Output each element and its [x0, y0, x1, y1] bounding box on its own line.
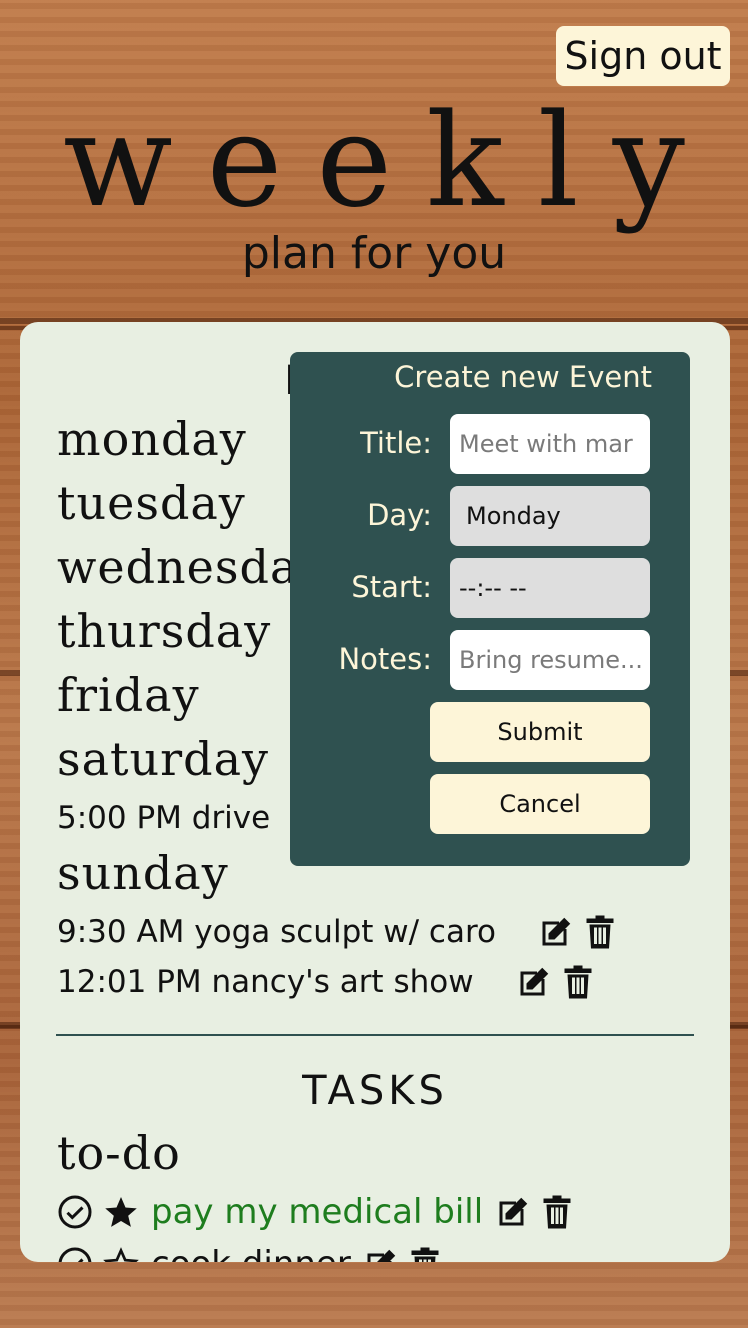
event-text: 5:00 PM drive — [57, 800, 271, 836]
day-tuesday: tuesday — [57, 476, 246, 530]
event-item: 12:01 PM nancy's art show — [57, 964, 596, 1000]
day-thursday: thursday — [57, 604, 272, 658]
create-event-modal: Create new Event Title: Day: Monday Star… — [290, 352, 690, 866]
day-friday: friday — [57, 668, 200, 722]
star-outline-icon[interactable] — [103, 1246, 139, 1262]
event-text: 12:01 PM nancy's art show — [57, 964, 474, 1000]
day-sunday: sunday — [57, 846, 229, 900]
event-item: 9:30 AM yoga sculpt w/ caro — [57, 914, 618, 950]
check-circle-icon[interactable] — [57, 1246, 93, 1262]
event-title-input[interactable] — [450, 414, 650, 474]
edit-icon[interactable] — [495, 1194, 531, 1230]
edit-icon[interactable] — [363, 1246, 399, 1262]
day-saturday: saturday — [57, 732, 269, 786]
app-logo: weekly — [63, 87, 719, 236]
modal-title: Create new Event — [394, 360, 652, 394]
edit-icon[interactable] — [516, 964, 552, 1000]
trash-icon[interactable] — [560, 964, 596, 1000]
task-text: pay my medical bill — [151, 1192, 484, 1232]
trash-icon[interactable] — [582, 914, 618, 950]
check-circle-icon[interactable] — [57, 1194, 93, 1230]
day-select[interactable]: Monday — [450, 486, 650, 546]
notes-label: Notes: — [338, 642, 432, 676]
section-divider — [56, 1034, 694, 1036]
task-item: cook dinner — [57, 1244, 443, 1262]
submit-button[interactable]: Submit — [430, 702, 650, 762]
edit-icon[interactable] — [538, 914, 574, 950]
title-label: Title: — [360, 426, 432, 460]
start-label: Start: — [351, 570, 432, 604]
sign-out-button[interactable]: Sign out — [556, 26, 730, 86]
app-tagline: plan for you — [241, 228, 507, 279]
trash-icon[interactable] — [539, 1194, 575, 1230]
trash-icon[interactable] — [407, 1246, 443, 1262]
star-icon[interactable] — [103, 1194, 139, 1230]
start-time-input[interactable]: --:-- -- — [450, 558, 650, 618]
day-select-value: Monday — [466, 502, 561, 530]
task-text: cook dinner — [151, 1244, 351, 1262]
start-time-value: --:-- -- — [459, 574, 527, 602]
day-wednesday: wednesday — [57, 540, 326, 594]
event-notes-input[interactable] — [450, 630, 650, 690]
event-text: 9:30 AM yoga sculpt w/ caro — [57, 914, 496, 950]
day-monday: monday — [57, 412, 247, 466]
event-item: 5:00 PM drive — [57, 800, 270, 836]
day-label: Day: — [367, 498, 432, 532]
todo-heading: to-do — [57, 1126, 181, 1180]
cancel-button[interactable]: Cancel — [430, 774, 650, 834]
task-item: pay my medical bill — [57, 1192, 575, 1232]
tasks-heading: TASKS — [302, 1068, 448, 1114]
